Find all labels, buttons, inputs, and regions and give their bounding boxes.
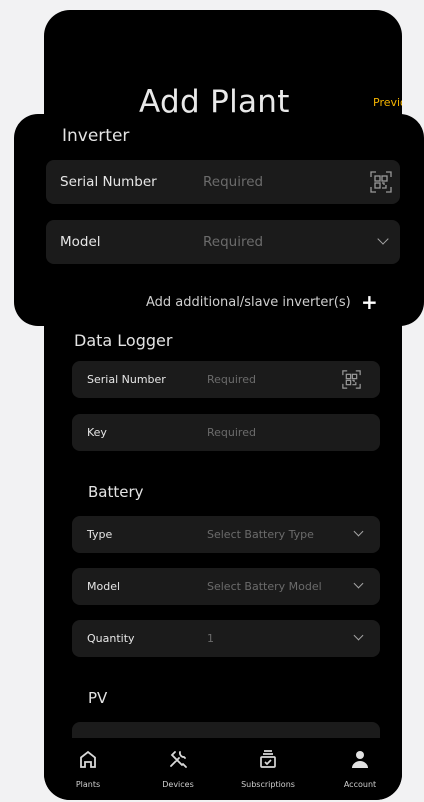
- pv-section-label: PV: [88, 689, 108, 707]
- tab-devices-label: Devices: [162, 780, 194, 789]
- qr-scan-icon[interactable]: [370, 171, 392, 193]
- add-inverter-label: Add additional/slave inverter(s): [146, 295, 351, 310]
- bottom-tab-bar: Plants Devices Subscriptions Account: [44, 738, 402, 800]
- previous-link[interactable]: Previous: [373, 96, 402, 109]
- add-inverter-button[interactable]: Add additional/slave inverter(s) +: [14, 290, 424, 314]
- inverter-model-label: Model: [60, 234, 101, 250]
- account-icon: [352, 751, 368, 768]
- battery-quantity-select[interactable]: Quantity 1: [72, 620, 380, 657]
- tab-subscriptions-label: Subscriptions: [241, 780, 295, 789]
- chevron-down-icon[interactable]: [377, 233, 389, 245]
- logger-key-placeholder: Required: [207, 426, 256, 439]
- logger-serial-label: Serial Number: [87, 373, 166, 386]
- inverter-serial-field[interactable]: Serial Number Required: [46, 160, 400, 204]
- inverter-model-field[interactable]: Model Required: [46, 220, 400, 264]
- data-logger-section-label: Data Logger: [74, 331, 173, 350]
- home-icon: [80, 750, 96, 768]
- inverter-model-placeholder: Required: [203, 234, 264, 250]
- tab-devices[interactable]: Devices: [138, 746, 218, 796]
- chevron-down-icon[interactable]: [353, 578, 364, 589]
- inverter-card: Inverter Serial Number Required Model Re…: [14, 114, 424, 326]
- battery-section-label: Battery: [88, 483, 144, 501]
- battery-model-select[interactable]: Model Select Battery Model: [72, 568, 380, 605]
- battery-type-placeholder: Select Battery Type: [207, 528, 314, 541]
- logger-key-field[interactable]: Key Required: [72, 414, 380, 451]
- tab-plants[interactable]: Plants: [48, 746, 128, 796]
- tab-subscriptions[interactable]: Subscriptions: [228, 746, 308, 796]
- plus-icon[interactable]: +: [361, 290, 378, 314]
- subscriptions-icon: [260, 750, 276, 768]
- qr-scan-icon[interactable]: [342, 370, 361, 389]
- tools-icon: [170, 751, 187, 768]
- battery-quantity-label: Quantity: [87, 632, 135, 645]
- logger-key-label: Key: [87, 426, 107, 439]
- logger-serial-field[interactable]: Serial Number Required: [72, 361, 380, 398]
- logger-serial-placeholder: Required: [207, 373, 256, 386]
- inverter-serial-placeholder: Required: [203, 174, 264, 190]
- inverter-serial-label: Serial Number: [60, 174, 157, 190]
- battery-model-label: Model: [87, 580, 121, 593]
- battery-type-select[interactable]: Type Select Battery Type: [72, 516, 380, 553]
- chevron-down-icon[interactable]: [353, 526, 364, 537]
- tab-plants-label: Plants: [75, 780, 101, 789]
- chevron-down-icon[interactable]: [353, 630, 364, 641]
- tab-account[interactable]: Account: [320, 746, 400, 796]
- battery-model-placeholder: Select Battery Model: [207, 580, 322, 593]
- tab-account-label: Account: [343, 780, 377, 789]
- battery-type-label: Type: [87, 528, 113, 541]
- battery-quantity-value: 1: [207, 632, 214, 645]
- inverter-section-label: Inverter: [62, 126, 130, 146]
